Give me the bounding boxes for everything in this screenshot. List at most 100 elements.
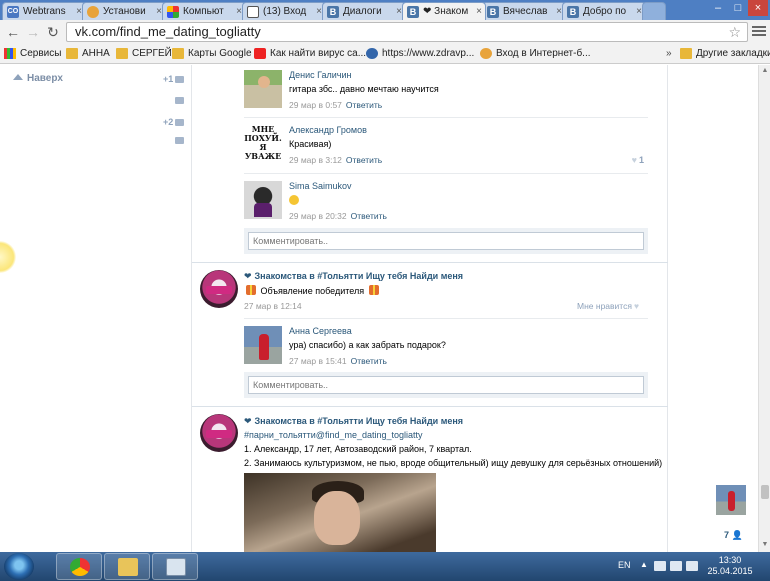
comment-emoji xyxy=(289,195,299,207)
start-button[interactable] xyxy=(4,553,34,580)
heart-icon: ❤ xyxy=(244,271,252,281)
reload-icon[interactable]: ↻ xyxy=(44,23,62,41)
post-photo[interactable] xyxy=(244,473,436,552)
folder-icon xyxy=(116,48,128,59)
bookmark-google-maps[interactable]: Карты Google xyxy=(172,47,252,61)
taskbar-chrome[interactable] xyxy=(56,553,102,580)
online-friends-counter[interactable]: 7 👤 xyxy=(724,530,743,541)
comment-text: ура) спасибо) а как забрать подарок? xyxy=(289,340,446,350)
bookmarks-bar: Сервисы АННА СЕРГЕЙ Карты Google Как най… xyxy=(0,44,770,64)
comment-input[interactable]: Комментировать.. xyxy=(248,232,644,250)
taskbar-calculator[interactable] xyxy=(152,553,198,580)
reply-link[interactable]: Ответить xyxy=(351,211,387,221)
avatar[interactable]: МНЕ ПОХУЙ. Я УВАЖЕ xyxy=(244,125,282,163)
post-hashtag[interactable]: #парни_тольятти@find_me_dating_togliatty xyxy=(244,430,423,440)
volume-icon[interactable] xyxy=(686,561,698,571)
bookmarks-overflow[interactable]: » xyxy=(666,48,672,59)
comment-date[interactable]: 29 мар в 0:57 xyxy=(289,100,342,110)
bookmark-anna[interactable]: АННА xyxy=(66,47,110,61)
bookmark-label: АННА xyxy=(82,48,110,59)
browser-tab-mail[interactable]: (13) Вход × xyxy=(242,2,326,20)
comment-author[interactable]: Sima Saimukov xyxy=(289,181,352,191)
flag-icon[interactable] xyxy=(654,561,666,571)
bookmark-star-icon[interactable]: ☆ xyxy=(728,23,741,41)
browser-tab-dating[interactable]: B ❤ Знаком × xyxy=(402,2,486,20)
back-icon[interactable]: ← xyxy=(4,23,22,41)
reply-link[interactable]: Ответить xyxy=(346,155,382,165)
right-column: 7 👤 xyxy=(668,65,758,552)
show-hidden-icons-icon[interactable]: ▲ xyxy=(640,560,648,569)
language-indicator[interactable]: EN xyxy=(618,560,631,570)
comment-date[interactable]: 27 мар в 15:41 xyxy=(289,356,347,366)
post-author[interactable]: ❤ Знакомства в #Тольятти Ищу тебя Найди м… xyxy=(244,271,463,282)
like-button[interactable]: Мне нравится ♥ xyxy=(577,301,639,311)
bookmark-sergey[interactable]: СЕРГЕЙ xyxy=(116,47,172,61)
like-counter[interactable]: ♥ 1 xyxy=(632,155,644,165)
comment-author[interactable]: Александр Громов xyxy=(289,125,367,135)
post-date[interactable]: 27 мар в 12:14 xyxy=(244,301,302,311)
heart-icon: ❤ xyxy=(244,416,252,426)
vk-favicon-icon: B xyxy=(327,6,339,18)
close-icon[interactable]: × xyxy=(476,3,482,20)
mail-icon[interactable] xyxy=(175,97,184,104)
taskbar-explorer[interactable] xyxy=(104,553,150,580)
url-text: vk.com/find_me_dating_togliatty xyxy=(75,24,261,39)
new-tab-button[interactable] xyxy=(642,2,666,20)
reply-link[interactable]: Ответить xyxy=(351,356,387,366)
wall-feed: Денис Галичин гитара збс.. давно мечтаю … xyxy=(192,65,668,552)
bookmark-virus[interactable]: Как найти вирус са... xyxy=(254,47,366,61)
avatar[interactable] xyxy=(244,181,282,219)
avatar[interactable] xyxy=(244,326,282,364)
page-scrollbar[interactable]: ▲ ▼ xyxy=(758,65,770,552)
camera-icon[interactable] xyxy=(175,76,184,83)
friends-icon[interactable] xyxy=(175,119,184,126)
smile-emoji-icon xyxy=(289,195,299,205)
menu-icon[interactable] xyxy=(752,24,766,40)
maximize-icon[interactable]: □ xyxy=(728,0,748,16)
browser-tab-webtrans[interactable]: CO Webtrans × xyxy=(2,2,86,20)
address-bar[interactable]: vk.com/find_me_dating_togliatty ☆ xyxy=(66,22,748,42)
taskbar-clock[interactable]: 13:30 25.04.2015 xyxy=(700,555,760,577)
community-avatar[interactable] xyxy=(200,414,238,452)
youtube-icon xyxy=(254,48,266,59)
reply-link[interactable]: Ответить xyxy=(346,100,382,110)
close-window-icon[interactable]: × xyxy=(748,0,768,16)
browser-tab-vyacheslav[interactable]: B Вячеслав × xyxy=(482,2,566,20)
bookmark-label: СЕРГЕЙ xyxy=(132,48,172,59)
forward-icon[interactable]: → xyxy=(24,23,42,41)
side-counter-1: +1 xyxy=(163,74,174,84)
comment-author[interactable]: Анна Сергеева xyxy=(289,326,352,336)
folder-icon xyxy=(66,48,78,59)
browser-tab-welcome[interactable]: B Добро по × xyxy=(562,2,646,20)
comment-item: Денис Галичин гитара збс.. давно мечтаю … xyxy=(244,70,648,112)
comment-text: гитара збс.. давно мечтаю научится xyxy=(289,84,439,94)
bookmark-zdrav[interactable]: https://www.zdravp... xyxy=(366,47,474,61)
comment-date[interactable]: 29 мар в 20:32 xyxy=(289,211,347,221)
network-icon[interactable] xyxy=(670,561,682,571)
bookmark-services[interactable]: Сервисы xyxy=(4,47,61,61)
bookmark-other[interactable]: Другие закладки xyxy=(680,47,770,61)
avatar[interactable] xyxy=(716,485,746,515)
community-avatar[interactable] xyxy=(200,270,238,308)
browser-tab-label: Добро по xyxy=(583,6,627,17)
comment-input[interactable]: Комментировать.. xyxy=(248,376,644,394)
avatar[interactable] xyxy=(244,70,282,108)
calculator-icon xyxy=(166,558,186,576)
scroll-down-icon[interactable]: ▼ xyxy=(761,541,769,549)
scroll-to-top[interactable]: Наверх xyxy=(13,73,63,84)
browser-tab-dialogs[interactable]: B Диалоги × xyxy=(322,2,406,20)
folder-icon xyxy=(680,48,692,59)
scroll-up-icon[interactable]: ▲ xyxy=(761,67,769,75)
browser-tab-install[interactable]: Установи × xyxy=(82,2,166,20)
comment-date[interactable]: 29 мар в 3:12 xyxy=(289,155,342,165)
bookmark-internet-bank[interactable]: Вход в Интернет-б... xyxy=(480,47,591,61)
bookmark-label: Другие закладки xyxy=(696,48,770,59)
comment-author[interactable]: Денис Галичин xyxy=(289,70,351,80)
chat-icon[interactable] xyxy=(175,137,184,144)
browser-tab-label: Компьют xyxy=(183,6,224,17)
scroll-thumb[interactable] xyxy=(761,485,769,499)
clock-date: 25.04.2015 xyxy=(707,566,753,576)
browser-tab-computer[interactable]: Компьют × xyxy=(162,2,246,20)
minimize-icon[interactable]: – xyxy=(708,0,728,16)
post-author[interactable]: ❤ Знакомства в #Тольятти Ищу тебя Найди м… xyxy=(244,416,463,427)
